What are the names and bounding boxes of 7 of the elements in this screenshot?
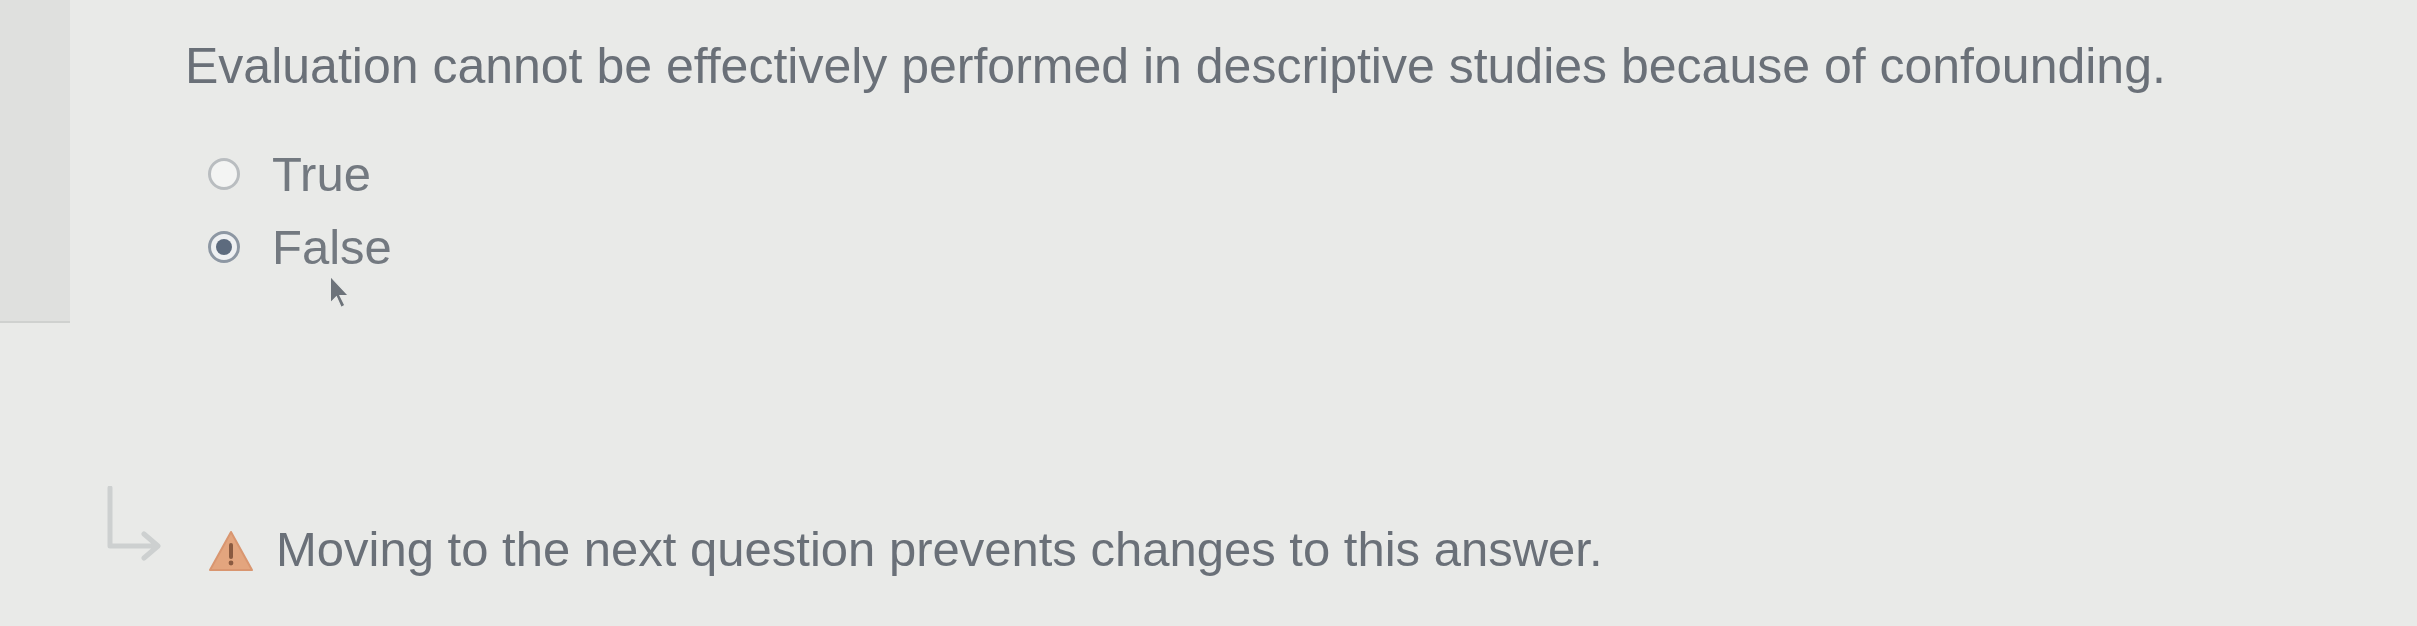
option-label[interactable]: False	[272, 219, 392, 275]
warning-message: Moving to the next question prevents changes to this answer.	[276, 521, 1603, 577]
option-label[interactable]: True	[272, 146, 371, 202]
radio-button[interactable]	[208, 231, 240, 263]
question-text: Evaluation cannot be effectively performed in descriptive studies because of confounding.	[185, 37, 2166, 95]
warning-icon	[208, 530, 254, 572]
radio-button[interactable]	[208, 158, 240, 190]
